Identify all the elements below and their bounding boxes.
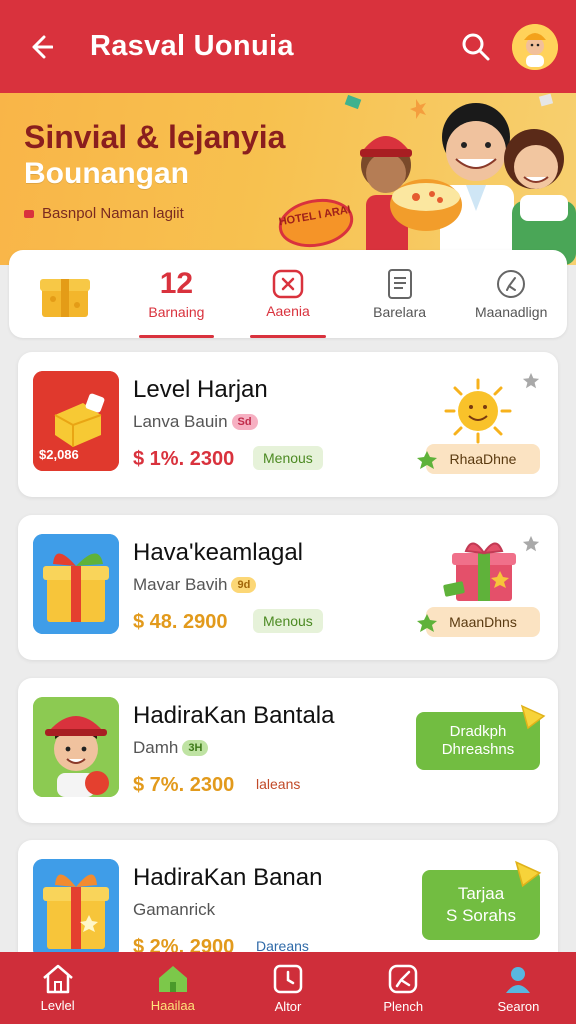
ticket-corner-icon <box>515 860 542 888</box>
banner-stamp: HOTEL I ARAI <box>278 198 354 248</box>
reward-card[interactable]: Hava'keamlagal Mavar Bavih 9d $ 48. 2900… <box>18 515 558 660</box>
tab-aaenia[interactable]: Aaenia <box>232 250 344 338</box>
clock-icon <box>273 964 303 993</box>
nav-altor[interactable]: Altor <box>230 952 345 1024</box>
card-chip[interactable]: Menous <box>253 446 323 470</box>
family-illustration: HOTEL I ARAI <box>278 93 576 265</box>
nav-searon[interactable]: Searon <box>461 952 576 1024</box>
card-price: $ 7%. 2300 <box>133 774 235 796</box>
user-avatar-icon[interactable] <box>512 23 558 70</box>
nav-plench-label: Plench <box>383 998 424 1014</box>
reward-tag[interactable]: MaanDhns <box>417 607 540 637</box>
banner-subheadline: Bounangan <box>24 157 189 190</box>
bullet-icon <box>24 209 34 218</box>
nav-levlel-label: Levlel <box>40 997 75 1013</box>
tab-aaenia-label: Aaenia <box>266 303 310 319</box>
card-meta-text: Damh <box>133 738 179 757</box>
card-meta: Damh 3H <box>133 738 209 758</box>
reward-tag-label: RhaaDhne <box>449 451 517 467</box>
compass-icon <box>388 964 418 993</box>
home-icon <box>158 965 187 992</box>
card-price: $ 1%. 2300 <box>133 448 235 470</box>
card-meta-text: Lanva Bauin <box>133 412 228 431</box>
card-badge: 3H <box>182 740 209 756</box>
card-title: HadiraKan Bantala <box>133 702 335 729</box>
boy-avatar-icon <box>33 697 119 797</box>
banner-headline: Sinvial & lejanyia <box>24 119 286 155</box>
nav-searon-label: Searon <box>497 998 540 1014</box>
reward-card[interactable]: HadiraKan Bantala Damh 3H $ 7%. 2300 lal… <box>18 678 558 823</box>
nav-levlel[interactable]: Levlel <box>0 952 115 1024</box>
document-icon <box>387 269 412 299</box>
profile-icon <box>506 966 531 993</box>
star-icon[interactable] <box>522 372 540 390</box>
star-icon[interactable] <box>522 535 540 553</box>
tab-maanadlign[interactable]: Maanadlign <box>455 250 567 338</box>
bottom-navigation: Levlel Haailaa Altor Plench Searon <box>0 952 576 1024</box>
promo-banner[interactable]: Sinvial & lejanyia Bounangan Basnpol Nam… <box>0 93 576 265</box>
card-thumbnail <box>33 697 119 797</box>
reward-tag-label: MaanDhns <box>449 614 517 630</box>
tab-count-number: 12 <box>159 267 194 300</box>
card-title: Level Harjan <box>133 376 268 403</box>
card-thumbnail <box>33 534 119 634</box>
page-title: Rasval Uonuia <box>90 30 294 62</box>
back-arrow-icon[interactable] <box>18 25 62 69</box>
thumbnail-price: $2,086 <box>39 447 79 462</box>
home-icon <box>42 964 73 993</box>
card-thumbnail <box>33 859 119 959</box>
compass-icon <box>497 270 526 298</box>
card-title: HadiraKan Banan <box>133 864 323 891</box>
category-tabs: 12 Barnaing Aaenia Barelara Maanadlign <box>9 250 567 338</box>
tab-active-underline <box>250 335 326 338</box>
tab-maanadlign-label: Maanadlign <box>474 304 548 320</box>
nav-plench[interactable]: Plench <box>346 952 461 1024</box>
reward-card[interactable]: $2,086 Level Harjan Lanva Bauin Sd $ 1%.… <box>18 352 558 497</box>
gift-present-icon <box>443 542 516 601</box>
leaf-icon <box>417 614 437 632</box>
tab-gift[interactable] <box>9 250 121 338</box>
card-badge: 9d <box>231 577 257 593</box>
card-badge: Sd <box>231 414 258 430</box>
claim-button-label: Dradkph Dhreashns <box>441 723 515 758</box>
tab-underline <box>138 335 215 338</box>
tab-count[interactable]: 12 Barnaing <box>121 250 233 338</box>
banner-caption: Basnpol Naman lagiit <box>24 205 184 222</box>
ticket-corner-icon <box>520 704 546 730</box>
reward-tag[interactable]: RhaaDhne <box>417 444 540 474</box>
gift-box-icon <box>39 279 90 317</box>
nav-haailaa-label: Haailaa <box>150 997 195 1013</box>
leaf-icon <box>417 451 437 469</box>
card-title: Hava'keamlagal <box>133 539 304 566</box>
tab-count-label: Barnaing <box>148 304 205 320</box>
card-chip[interactable]: Menous <box>253 609 323 633</box>
nav-haailaa[interactable]: Haailaa <box>115 952 230 1024</box>
card-thumbnail: $2,086 <box>33 371 119 471</box>
card-meta-text: Gamanrick <box>133 900 216 919</box>
card-chip[interactable]: laleans <box>246 772 310 796</box>
gift-box-icon <box>33 534 119 634</box>
card-meta: Mavar Bavih 9d <box>133 575 257 595</box>
sun-icon <box>444 378 512 444</box>
close-box-icon <box>272 269 304 299</box>
search-icon[interactable] <box>454 25 498 69</box>
banner-caption-text: Basnpol Naman lagiit <box>42 205 184 222</box>
tab-barelara-label: Barelara <box>373 304 427 320</box>
card-meta-text: Mavar Bavih <box>133 575 228 594</box>
claim-button-label: Tarjaa S Sorahs <box>446 884 516 925</box>
tab-barelara[interactable]: Barelara <box>344 250 456 338</box>
nav-altor-label: Altor <box>274 998 302 1014</box>
gift-box-icon <box>33 859 119 959</box>
card-meta: Gamanrick <box>133 900 215 920</box>
card-price: $ 48. 2900 <box>133 611 228 633</box>
top-app-bar: Rasval Uonuia <box>0 0 576 93</box>
card-meta: Lanva Bauin Sd <box>133 412 258 432</box>
